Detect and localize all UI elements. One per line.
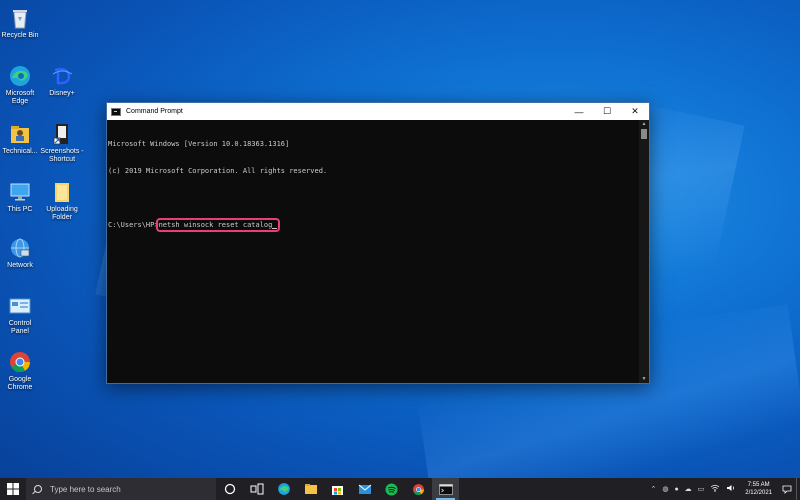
text-cursor — [272, 228, 278, 229]
desktop-icon-label: Recycle Bin — [1, 32, 39, 39]
taskbar-command-prompt-button[interactable] — [432, 478, 459, 500]
system-tray: ⌃ ◍ ● ☁ ▭ 7:55 AM 2/12/2021 — [647, 478, 800, 500]
disney-plus-icon — [50, 64, 74, 88]
notification-icon — [782, 485, 792, 494]
search-icon — [34, 485, 42, 493]
store-icon — [332, 485, 343, 495]
taskbar: Type here to search ⌃ ◍ ● ☁ ▭ 7:55 AM 2/… — [0, 478, 800, 500]
edge-icon — [277, 483, 290, 495]
desktop-icon-google-chrome[interactable]: Google Chrome — [0, 350, 46, 392]
console-prompt: C:\Users\HP> — [108, 221, 159, 229]
windows-logo-icon — [7, 483, 19, 495]
console-prompt-line: C:\Users\HP>netsh winsock reset catalog — [108, 218, 638, 232]
task-view-icon — [250, 483, 263, 495]
taskbar-mail-button[interactable] — [351, 478, 378, 500]
clock-date: 2/12/2021 — [745, 490, 772, 496]
taskbar-search-box[interactable]: Type here to search — [26, 478, 216, 500]
desktop-icon-network[interactable]: Network — [0, 236, 46, 270]
clock-time: 7:55 AM — [747, 482, 770, 488]
chevron-up-icon[interactable]: ⌃ — [650, 485, 656, 493]
scroll-down-icon[interactable]: ▼ — [639, 375, 649, 383]
tray-badge-icon[interactable]: ● — [674, 486, 678, 493]
window-title: Command Prompt — [126, 108, 183, 115]
cortana-button[interactable] — [216, 478, 243, 500]
tray-app-icon[interactable]: ◍ — [662, 485, 668, 493]
console-output[interactable]: Microsoft Windows [Version 10.0.18363.13… — [107, 120, 639, 383]
file-explorer-icon — [304, 484, 317, 494]
desktop-icon-label: Network — [7, 262, 33, 269]
vertical-scrollbar[interactable]: ▲ ▼ — [639, 120, 649, 383]
desktop-icon-label: Screenshots - Shortcut — [40, 148, 84, 163]
action-center-button[interactable] — [778, 478, 796, 500]
window-titlebar[interactable]: Command Prompt — ☐ ✕ — [107, 103, 649, 120]
show-desktop-button[interactable] — [796, 478, 800, 500]
close-button[interactable]: ✕ — [621, 103, 649, 120]
mail-icon — [358, 484, 371, 494]
start-button[interactable] — [0, 478, 26, 500]
tray-app-icon[interactable]: ▭ — [698, 485, 705, 493]
desktop-icon-label: Control Panel — [8, 320, 32, 335]
chrome-icon — [8, 350, 32, 374]
command-prompt-icon — [111, 107, 121, 116]
cortana-icon — [224, 483, 235, 495]
desktop-icon-control-panel[interactable]: Control Panel — [0, 294, 46, 336]
command-prompt-icon — [438, 483, 453, 495]
console-command: netsh winsock reset catalog — [158, 221, 273, 229]
edge-icon — [8, 64, 32, 88]
this-pc-icon — [8, 180, 32, 204]
wifi-icon[interactable] — [710, 484, 720, 494]
maximize-button[interactable]: ☐ — [593, 103, 621, 120]
user-folder-icon — [8, 122, 32, 146]
shortcut-icon — [50, 122, 74, 146]
console-line: (c) 2019 Microsoft Corporation. All righ… — [108, 167, 328, 175]
desktop-icon-screenshots-shortcut[interactable]: Screenshots - Shortcut — [36, 122, 88, 164]
network-icon — [8, 236, 32, 260]
search-placeholder: Type here to search — [50, 484, 121, 494]
recycle-bin-icon — [8, 6, 32, 30]
taskbar-spotify-button[interactable] — [378, 478, 405, 500]
control-panel-icon — [8, 294, 32, 318]
taskbar-store-button[interactable] — [324, 478, 351, 500]
scrollbar-thumb[interactable] — [641, 129, 647, 139]
desktop-icon-label: Uploading Folder — [46, 206, 78, 221]
taskbar-edge-button[interactable] — [270, 478, 297, 500]
taskbar-file-explorer-button[interactable] — [297, 478, 324, 500]
taskbar-chrome-button[interactable] — [405, 478, 432, 500]
spotify-icon — [385, 483, 398, 495]
scroll-up-icon[interactable]: ▲ — [639, 120, 649, 128]
chrome-icon — [413, 483, 424, 495]
folder-icon — [50, 180, 74, 204]
desktop-icon-label: Google Chrome — [7, 376, 33, 391]
volume-icon[interactable] — [726, 484, 736, 494]
task-view-button[interactable] — [243, 478, 270, 500]
command-prompt-window[interactable]: Command Prompt — ☐ ✕ Microsoft Windows [… — [106, 102, 650, 384]
desktop-icon-recycle-bin[interactable]: Recycle Bin — [0, 6, 46, 40]
onedrive-icon[interactable]: ☁ — [685, 485, 692, 493]
desktop-icon-label: Disney+ — [49, 90, 75, 97]
highlighted-command: netsh winsock reset catalog — [155, 218, 281, 232]
taskbar-clock[interactable]: 7:55 AM 2/12/2021 — [745, 481, 772, 497]
console-line: Microsoft Windows [Version 10.0.18363.13… — [108, 140, 290, 148]
desktop-icon-disney-plus[interactable]: Disney+ — [36, 64, 88, 98]
minimize-button[interactable]: — — [565, 103, 593, 120]
desktop-icon-uploading-folder[interactable]: Uploading Folder — [36, 180, 88, 222]
